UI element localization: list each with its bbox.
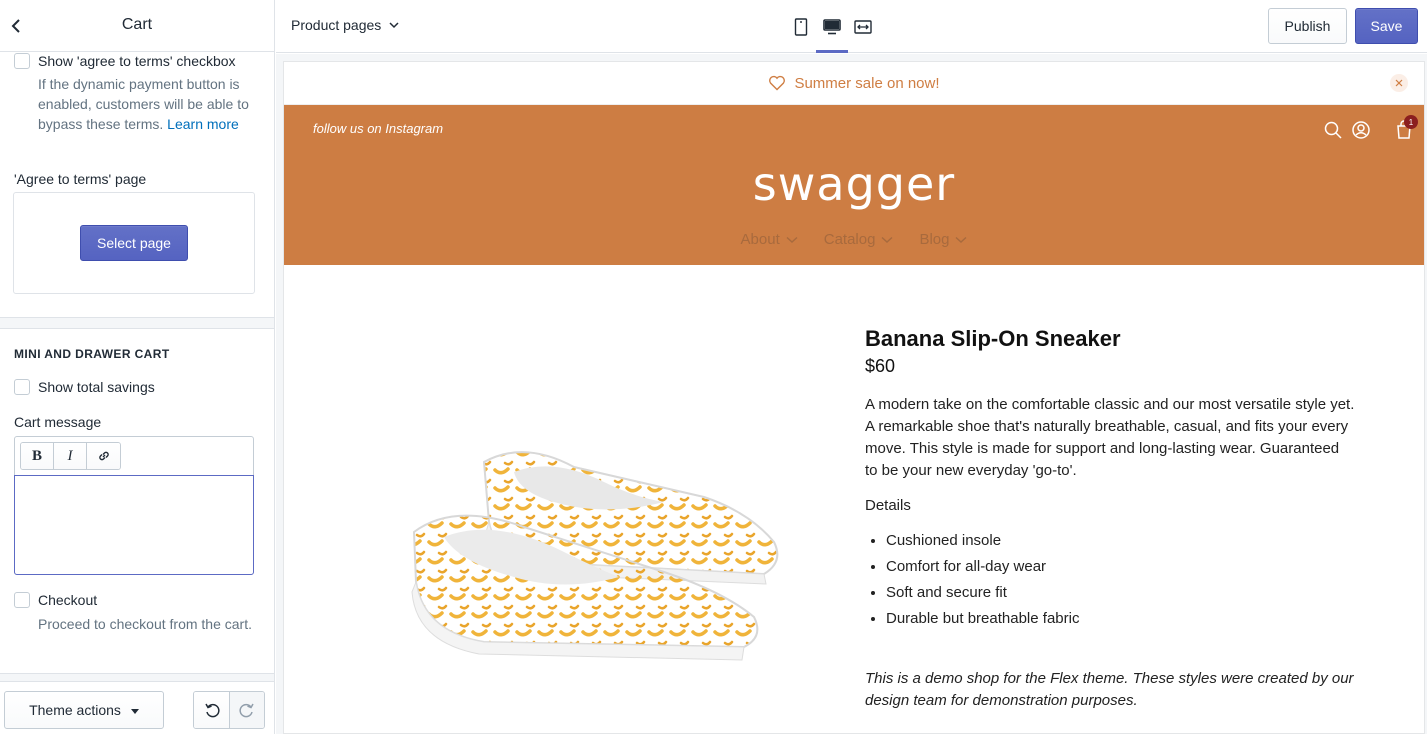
section-gap [0,674,274,681]
heart-icon [769,75,786,91]
agree-terms-help: If the dynamic payment button is enabled… [38,74,260,134]
active-view-indicator [816,50,848,53]
fullscreen-view-button[interactable] [850,14,876,40]
theme-editor-sidebar: Cart Show 'agree to terms' checkbox If t… [0,0,275,734]
nav-label: Catalog [823,231,876,248]
product-image[interactable] [404,442,804,672]
demo-note: This is a demo shop for the Flex theme. … [865,670,1354,709]
announcement-text: Summer sale on now! [794,74,940,92]
italic-icon: I [67,447,73,464]
store-header: follow us on Instagram 1 swagger About C… [284,105,1424,265]
checkout-label: Checkout [38,592,98,608]
main-navigation: About Catalog Blog [284,231,1424,248]
theme-actions-label: Theme actions [29,702,121,718]
desktop-view-button[interactable] [819,14,845,40]
bold-button[interactable]: B [21,443,54,469]
nav-item-blog[interactable]: Blog [919,231,967,248]
mobile-icon [794,18,808,36]
caret-down-icon [130,708,139,714]
terms-page-label: 'Agree to terms' page [14,171,147,187]
account-icon[interactable] [1351,120,1371,140]
announcement-close-button[interactable] [1390,74,1408,92]
list-item: Durable but breathable fabric [886,606,1355,632]
checkout-help: Proceed to checkout from the cart. [38,616,252,632]
undo-redo-group [193,691,265,729]
desktop-icon [823,19,841,35]
theme-actions-button[interactable]: Theme actions [4,691,164,729]
mini-cart-heading: MINI AND DRAWER CART [14,347,170,361]
agree-terms-checkbox[interactable] [14,53,30,69]
publish-button[interactable]: Publish [1268,8,1347,44]
show-savings-label: Show total savings [38,379,155,395]
link-button[interactable] [87,443,120,469]
agree-terms-label: Show 'agree to terms' checkbox [38,53,236,69]
undo-button[interactable] [194,692,229,728]
sidebar-settings[interactable]: Show 'agree to terms' checkbox If the dy… [0,53,274,681]
announcement-bar[interactable]: Summer sale on now! [284,62,1424,105]
sidebar-footer: Theme actions [0,681,274,734]
show-savings-row[interactable]: Show total savings [14,379,155,395]
section-gap [0,318,274,328]
instagram-link[interactable]: follow us on Instagram [313,121,443,136]
expand-horizontal-icon [854,20,872,34]
store-preview[interactable]: Summer sale on now! follow us on Instagr… [283,61,1425,734]
sidebar-header: Cart [0,0,274,52]
cart-message-editor: B I [14,436,254,575]
product-price: $60 [865,356,896,376]
list-item: Soft and secure fit [886,580,1355,606]
redo-button[interactable] [229,692,264,728]
product-title: Banana Slip-On Sneaker [865,326,1121,351]
section-divider [0,328,274,329]
nav-item-about[interactable]: About [741,231,798,248]
bold-icon: B [31,447,42,464]
save-button[interactable]: Save [1355,8,1418,44]
select-page-button[interactable]: Select page [80,225,188,261]
learn-more-link[interactable]: Learn more [167,116,239,132]
redo-icon [239,703,254,718]
search-icon[interactable] [1323,120,1343,140]
details-heading: Details [865,497,911,514]
rte-toolbar: B I [20,442,121,470]
close-icon [1395,79,1403,87]
checkout-row[interactable]: Checkout [14,592,97,608]
cart-count-badge: 1 [1404,115,1418,129]
chevron-down-icon [881,236,893,243]
details-list: Cushioned insole Comfort for all-day wea… [865,528,1355,632]
mobile-view-button[interactable] [788,14,814,40]
link-icon [98,451,109,461]
product-description: A modern take on the comfortable classic… [865,396,1355,479]
page-type-select[interactable]: Product pages [291,17,399,33]
chevron-down-icon [956,236,967,243]
store-logo[interactable]: swagger [284,157,1424,211]
cart-message-input[interactable] [14,475,254,575]
terms-page-picker: Select page [13,192,255,294]
cart-message-label: Cart message [14,414,102,430]
editor-topbar: Product pages Publish Save [276,0,1427,53]
nav-item-catalog[interactable]: Catalog [824,231,894,248]
page-type-label: Product pages [291,17,382,33]
product-info: Banana Slip-On Sneaker $60 A modern take… [865,326,1355,712]
agree-terms-row[interactable]: Show 'agree to terms' checkbox [14,53,236,69]
nav-label: Blog [919,231,950,248]
undo-icon [204,703,220,718]
chevron-down-icon [786,236,798,243]
list-item: Comfort for all-day wear [886,554,1355,580]
list-item: Cushioned insole [886,528,1355,554]
chevron-down-icon [389,21,399,28]
sidebar-title: Cart [121,16,153,33]
nav-label: About [740,231,780,248]
italic-button[interactable]: I [54,443,87,469]
show-savings-checkbox[interactable] [14,379,30,395]
checkout-checkbox[interactable] [14,592,30,608]
